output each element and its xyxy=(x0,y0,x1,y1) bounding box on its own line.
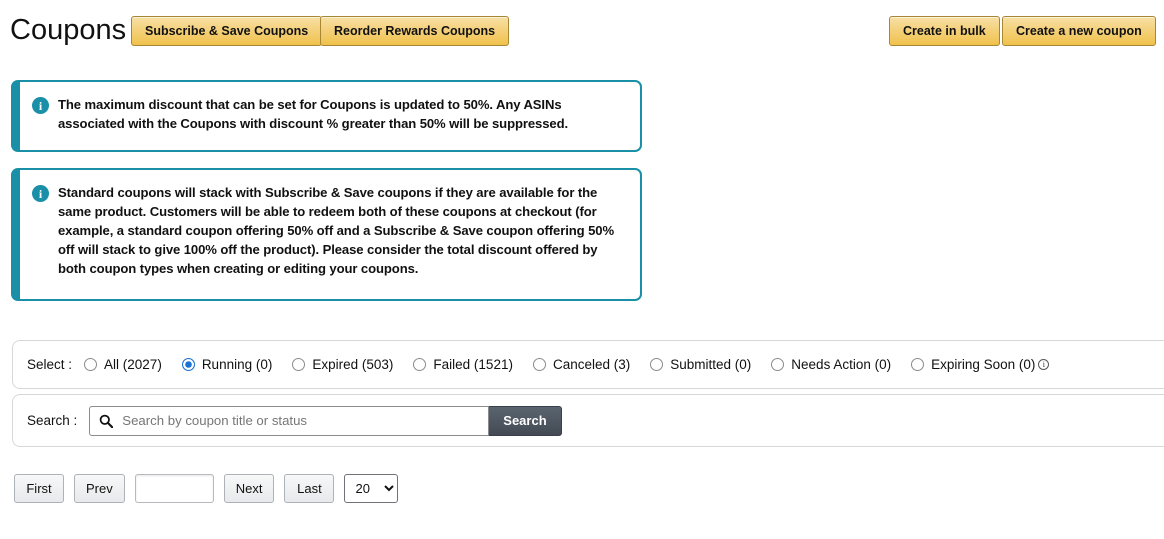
banner-text: Standard coupons will stack with Subscri… xyxy=(58,185,614,276)
expiring-soon-info-icon[interactable]: i xyxy=(1038,359,1050,370)
page-size-select[interactable]: 2050100 xyxy=(344,474,399,503)
info-banner-max-discount: i The maximum discount that can be set f… xyxy=(11,80,642,152)
radio-label: Submitted (0) xyxy=(670,357,752,372)
search-button[interactable]: Search xyxy=(489,405,562,436)
radio-option-running[interactable]: Running (0) xyxy=(181,357,273,372)
radio-indicator xyxy=(650,358,664,371)
info-icon: i xyxy=(32,97,49,114)
radio-label: Canceled (3) xyxy=(552,357,631,372)
pagination-next-button[interactable]: Next xyxy=(223,474,275,503)
status-filter-radio-group: All (2027) Running (0) Expired (503) Fai… xyxy=(84,357,1050,372)
radio-option-all[interactable]: All (2027) xyxy=(84,357,162,372)
radio-label: Expiring Soon (0) xyxy=(931,357,1036,372)
radio-indicator xyxy=(181,358,195,371)
radio-option-failed[interactable]: Failed (1521) xyxy=(413,357,513,372)
search-control-group: Search xyxy=(89,405,562,436)
info-banner-coupon-stacking: i Standard coupons will stack with Subsc… xyxy=(11,168,642,301)
radio-option-expired[interactable]: Expired (503) xyxy=(292,357,393,372)
reorder-rewards-coupons-button[interactable]: Reorder Rewards Coupons xyxy=(320,16,510,46)
create-in-bulk-button[interactable]: Create in bulk xyxy=(889,16,1000,46)
radio-label: Failed (1521) xyxy=(433,357,513,372)
radio-label: Running (0) xyxy=(201,357,273,372)
radio-option-canceled[interactable]: Canceled (3) xyxy=(532,357,631,372)
pagination-prev-button[interactable]: Prev xyxy=(74,474,125,503)
create-new-coupon-button[interactable]: Create a new coupon xyxy=(1002,16,1156,46)
page-title: Coupons xyxy=(10,14,127,46)
search-box[interactable] xyxy=(89,405,490,436)
radio-option-expiring-soon[interactable]: Expiring Soon (0) i xyxy=(911,357,1050,372)
radio-indicator xyxy=(911,358,925,371)
search-label: Search : xyxy=(27,413,78,428)
pagination-controls: First Prev Next Last 2050100 xyxy=(14,474,399,503)
subscribe-save-coupons-button[interactable]: Subscribe & Save Coupons xyxy=(131,16,323,46)
search-input[interactable] xyxy=(120,412,451,429)
radio-indicator xyxy=(532,358,546,371)
search-panel: Search : Search xyxy=(12,394,1164,447)
radio-label: Needs Action (0) xyxy=(791,357,892,372)
radio-indicator xyxy=(292,358,306,371)
radio-option-submitted[interactable]: Submitted (0) xyxy=(650,357,751,372)
radio-label: All (2027) xyxy=(104,357,162,372)
radio-label: Expired (503) xyxy=(312,357,394,372)
pagination-last-button[interactable]: Last xyxy=(284,474,335,503)
select-label: Select : xyxy=(27,357,73,372)
filter-panel: Select : All (2027) Running (0) Expired … xyxy=(12,340,1164,389)
search-icon xyxy=(99,414,114,428)
radio-indicator xyxy=(771,358,785,371)
banner-text: The maximum discount that can be set for… xyxy=(58,97,569,131)
page-header: Coupons Subscribe & Save Coupons Reorder… xyxy=(0,0,1164,62)
pagination-first-button[interactable]: First xyxy=(14,474,64,503)
radio-indicator xyxy=(84,358,98,371)
pagination-page-input[interactable] xyxy=(134,474,214,503)
radio-option-needs-action[interactable]: Needs Action (0) xyxy=(771,357,891,372)
info-icon: i xyxy=(32,185,49,202)
radio-indicator xyxy=(413,358,427,371)
